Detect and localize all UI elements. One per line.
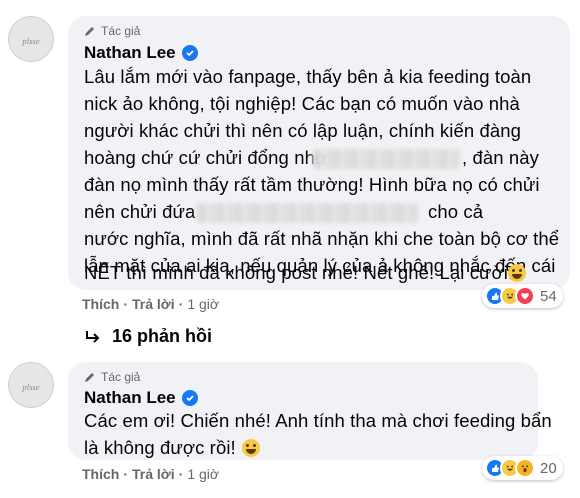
- author-tag: Tác giả: [84, 24, 140, 38]
- author-tag: Tác giả: [84, 370, 140, 384]
- blurred-text: [312, 149, 460, 169]
- love-reaction-icon: [515, 286, 535, 306]
- pencil-icon: [85, 27, 94, 36]
- separator-dot: ·: [123, 296, 129, 312]
- timestamp[interactable]: 1 giờ: [187, 466, 219, 482]
- comment-text-line: nick ảo không, tội nghiệp! Các bạn có mu…: [84, 93, 520, 114]
- reply-action[interactable]: Trả lời: [132, 466, 175, 482]
- comment-text-line-last: NẾT thì mình đã không post nhé! Nết ghê!…: [84, 262, 513, 288]
- comment-text-line: Các em ơi! Chiến nhé! Anh tính tha mà ch…: [84, 410, 552, 431]
- comment-text-line: nên chửi đứa: [84, 201, 196, 222]
- comment-text-line: cho cả: [428, 201, 484, 222]
- separator-dot: ·: [123, 466, 129, 482]
- author-tag-label: Tác giả: [101, 370, 141, 384]
- comment-text-line: đàn nọ mình thấy rất tầm thường! Hình bữ…: [84, 174, 540, 195]
- avatar-image: plsse: [9, 363, 53, 407]
- comment-actions: Thích · Trả lời · 1 giờ: [82, 296, 219, 312]
- laughing-emoji-icon: [242, 439, 260, 457]
- svg-text:plsse: plsse: [21, 36, 39, 46]
- comment-text-line: là không được rồi!: [84, 437, 236, 458]
- comment-actions: Thích · Trả lời · 1 giờ: [82, 466, 219, 482]
- separator-dot: ·: [178, 466, 184, 482]
- like-action[interactable]: Thích: [82, 296, 119, 312]
- comment-text-line: Lâu lắm mới vào fanpage, thấy bên ả kia …: [84, 66, 532, 87]
- author-name[interactable]: Nathan Lee: [84, 388, 176, 408]
- separator-dot: ·: [178, 296, 184, 312]
- laughing-emoji-icon: [508, 264, 526, 282]
- verified-badge-icon: [181, 45, 198, 61]
- timestamp[interactable]: 1 giờ: [187, 296, 219, 312]
- comment-text: NẾT thì mình đã không post nhé! Nết ghê!…: [84, 262, 514, 283]
- like-action[interactable]: Thích: [82, 466, 119, 482]
- avatar-image: plsse: [9, 17, 53, 61]
- pencil-icon: [85, 373, 94, 382]
- name-row: Nathan Lee: [84, 388, 198, 408]
- reaction-count: 20: [540, 459, 557, 477]
- author-name[interactable]: Nathan Lee: [84, 43, 176, 63]
- reaction-summary[interactable]: 20: [482, 456, 563, 480]
- reaction-count: 54: [540, 287, 557, 305]
- reaction-summary[interactable]: 54: [482, 284, 563, 308]
- reply-action[interactable]: Trả lời: [132, 296, 175, 312]
- name-row: Nathan Lee: [84, 43, 198, 63]
- avatar[interactable]: plsse: [8, 16, 54, 62]
- comment-text-line: người khác chửi thì nên có lập luận, chí…: [84, 120, 522, 141]
- author-tag-label: Tác giả: [101, 24, 141, 38]
- replies-label: 16 phản hồi: [112, 326, 213, 346]
- blurred-text: [196, 203, 418, 223]
- svg-text:plsse: plsse: [21, 382, 39, 392]
- wow-reaction-icon: [515, 458, 535, 478]
- comment-text-line: hoàng chứ cứ chửi đổng như: [84, 147, 328, 168]
- avatar[interactable]: plsse: [8, 362, 54, 408]
- comment-text-line: , đàn này: [462, 147, 540, 168]
- verified-badge-icon: [181, 390, 198, 406]
- view-replies-link[interactable]: 16 phản hồi: [84, 326, 212, 347]
- comment-text-line: nước nghĩa, mình đã rất nhã nhặn khi che…: [84, 228, 560, 249]
- reply-arrow-icon: [86, 330, 100, 343]
